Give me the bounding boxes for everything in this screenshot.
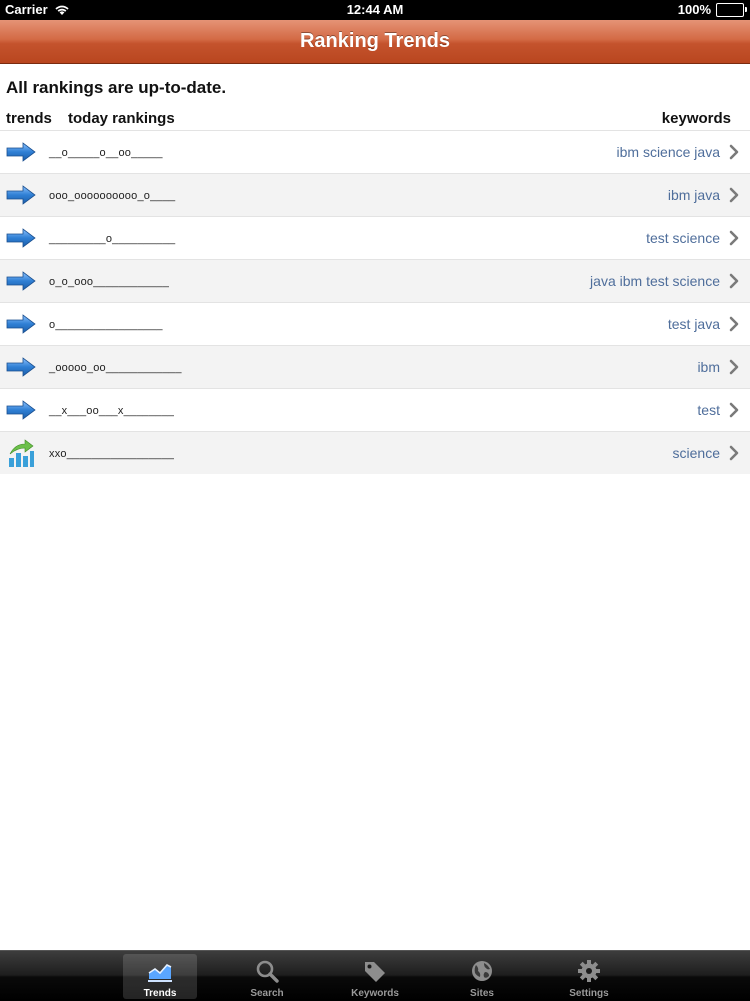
table-row[interactable]: o_________________ test java	[0, 302, 750, 345]
keyword-list: test science	[646, 230, 720, 246]
today-ranking: o_________________	[49, 319, 163, 331]
chevron-right-icon	[729, 445, 739, 461]
keyword-list: science	[672, 445, 720, 461]
table-row[interactable]: _________o__________ test science	[0, 216, 750, 259]
chevron-right-icon	[729, 402, 739, 418]
tab-sites[interactable]: Sites	[445, 954, 519, 999]
today-ranking: o_o_ooo____________	[49, 276, 170, 288]
tag-icon	[365, 962, 385, 982]
keyword-list: ibm	[697, 359, 720, 375]
column-header-keywords: keywords	[661, 110, 731, 127]
today-ranking: xxo_________________	[49, 448, 175, 460]
arrow-right-icon	[6, 142, 36, 162]
sync-status-message: All rankings are up-to-date.	[6, 78, 227, 97]
tab-label: Search	[250, 988, 284, 999]
table-row[interactable]: __o_____o__oo_____ ibm science java	[0, 130, 750, 173]
arrow-right-icon	[6, 228, 36, 248]
tab-label: Settings	[569, 988, 609, 999]
arrow-right-icon	[6, 271, 36, 291]
table-row[interactable]: _ooooo_oo____________ ibm	[0, 345, 750, 388]
chevron-right-icon	[729, 316, 739, 332]
chevron-right-icon	[729, 230, 739, 246]
arrow-right-icon	[6, 400, 36, 420]
table-row[interactable]: ooo_oooooooooo_o____ ibm java	[0, 173, 750, 216]
tab-settings[interactable]: Settings	[552, 954, 626, 999]
navigation-bar: Ranking Trends	[0, 20, 750, 64]
tab-label: Keywords	[351, 988, 399, 999]
column-header-trends: trends	[6, 110, 52, 127]
tab-label: Sites	[470, 988, 494, 999]
keyword-list: java ibm test science	[590, 273, 720, 289]
battery-icon	[716, 2, 747, 17]
table-row[interactable]: __x___oo___x________ test	[0, 388, 750, 431]
chevron-right-icon	[729, 144, 739, 160]
table-row[interactable]: o_o_ooo____________ java ibm test science	[0, 259, 750, 302]
chevron-right-icon	[729, 187, 739, 203]
tab-label: Trends	[143, 988, 177, 999]
tab-trends[interactable]: Trends	[123, 954, 197, 999]
clock: 12:44 AM	[346, 2, 404, 17]
arrow-right-icon	[6, 357, 36, 377]
chevron-right-icon	[729, 359, 739, 375]
table-row[interactable]: xxo_________________ science	[0, 431, 750, 474]
column-header-today-rankings: today rankings	[68, 110, 175, 127]
today-ranking: ooo_oooooooooo_o____	[49, 190, 176, 202]
trending-up-chart-icon	[9, 439, 34, 467]
chevron-right-icon	[729, 273, 739, 289]
arrow-right-icon	[6, 185, 36, 205]
trends-chart-icon	[148, 964, 172, 982]
rankings-list: __o_____o__oo_____ ibm science java ooo_oo…	[0, 130, 750, 474]
status-bar: Carrier 12:44 AM 100%	[0, 0, 750, 20]
page-title: Ranking Trends	[299, 30, 451, 52]
today-ranking: __o_____o__oo_____	[49, 147, 163, 159]
today-ranking: __x___oo___x________	[49, 405, 175, 417]
keyword-list: ibm science java	[616, 144, 721, 160]
battery-percent: 100%	[677, 2, 711, 17]
today-ranking: _________o__________	[49, 233, 176, 245]
keyword-list: test	[697, 402, 720, 418]
keyword-list: test java	[667, 316, 720, 332]
tab-bar: Trends Search Keywords Sites Settings	[0, 950, 750, 1001]
battery-indicator: 100%	[677, 2, 747, 17]
arrow-right-icon	[6, 314, 36, 334]
tab-keywords[interactable]: Keywords	[338, 954, 412, 999]
magnifier-icon	[256, 960, 279, 983]
keyword-list: ibm java	[667, 187, 720, 203]
tab-search[interactable]: Search	[230, 954, 304, 999]
gear-icon	[578, 960, 600, 982]
today-ranking: _ooooo_oo____________	[49, 362, 182, 374]
globe-icon	[472, 961, 492, 981]
